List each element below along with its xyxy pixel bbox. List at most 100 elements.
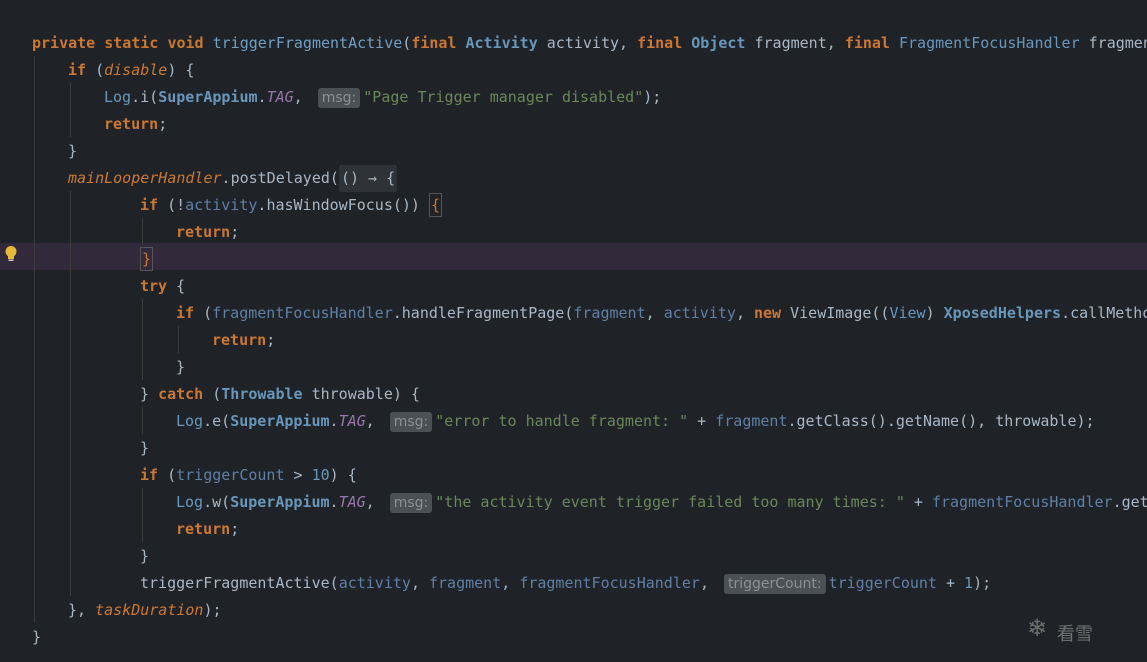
method-call: handleFragmentPage [401,304,565,322]
keyword: return [212,331,267,349]
code-line[interactable]: }, taskDuration); [68,597,1147,624]
keyword: if [68,61,87,79]
keyword: new [754,304,782,322]
code-line[interactable]: return; [212,327,1147,354]
code-editor[interactable]: private static void triggerFragmentActiv… [0,0,1147,662]
keyword: final [411,34,457,52]
param-ref: fragment [573,304,646,322]
field-ref: TAG [338,493,366,511]
matched-brace: } [140,247,154,271]
parameter-hint: msg: [389,412,433,432]
class-ref: SuperAppium [230,493,330,511]
class-ref: Log [176,493,204,511]
keyword: return [176,223,231,241]
param-name: activity [546,34,620,52]
indent-guide [142,299,143,380]
string-literal: "Page Trigger manager disabled" [363,88,644,106]
watermark: ❄ 看雪 [1027,612,1147,652]
code-line[interactable]: } [140,543,1147,570]
param-ref: fragmentFocusHandler [519,574,700,592]
code-line[interactable]: } [140,435,1147,462]
class-ref: XposedHelpers [943,304,1062,322]
code-line[interactable]: triggerFragmentActive(activity, fragment… [140,570,1147,597]
code-line[interactable]: if (disable) { [68,57,1147,84]
code-line[interactable]: } [176,354,1147,381]
parameter-hint: msg: [389,493,433,513]
method-name: triggerFragmentActive [212,34,403,52]
keyword: void [167,34,204,52]
code-line[interactable]: private static void triggerFragmentActiv… [32,30,1147,57]
indent-guide [178,326,179,353]
lambda-fold[interactable]: () → { [338,165,398,192]
code-line[interactable]: return; [104,111,1147,138]
keyword: final [637,34,683,52]
code-line[interactable]: Log.w(SuperAppium.TAG, msg: "the activity… [176,489,1147,516]
code-line[interactable]: } catch (Throwable throwable) { [140,381,1147,408]
keyword: catch [158,385,204,403]
field-ref: mainLooperHandler [68,169,222,187]
method-call: postDelayed [230,169,330,187]
code-line[interactable]: Log.e(SuperAppium.TAG, msg: "error to han… [176,408,1147,435]
method-call: e [212,412,222,430]
field-ref: disable [104,61,168,79]
string-literal: "the activity event trigger failed too m… [435,493,905,511]
code-line[interactable]: } [32,624,1147,651]
snowflake-icon: ❄ [1027,614,1048,642]
field-ref: TAG [266,88,294,106]
matched-brace: { [429,193,443,217]
method-call: triggerFragmentActive [140,574,330,592]
indent-guide [70,83,71,137]
param-ref: activity [663,304,736,322]
code-line[interactable]: if (!activity.hasWindowFocus()) { [140,192,1147,219]
field-ref: taskDuration [95,601,204,619]
keyword: private [32,34,96,52]
lightbulb-icon[interactable] [4,245,18,263]
method-call: getClass [796,412,869,430]
keyword: return [176,520,231,538]
code-line[interactable]: } [140,246,1147,273]
class-ref: Log [176,412,204,430]
code-line[interactable]: try { [140,273,1147,300]
method-call: callMetho [1070,304,1147,322]
param-name: fragment [754,34,827,52]
code-line[interactable]: if (fragmentFocusHandler.handleFragmentP… [176,300,1147,327]
keyword: try [140,277,168,295]
watermark-label: 看雪 [1057,624,1093,645]
parameter-hint: msg: [317,88,361,108]
keyword: if [176,304,195,322]
type-name: Throwable [221,385,303,403]
class-ref: ViewImage [790,304,872,322]
type-name: Object [691,34,746,52]
code-line[interactable]: return; [176,219,1147,246]
code-line[interactable]: return; [176,516,1147,543]
param-ref: fragment [715,412,788,430]
param-ref: activity [185,196,258,214]
code-line[interactable]: if (triggerCount > 10) { [140,462,1147,489]
param-ref: fragment [429,574,502,592]
string-literal: "error to handle fragment: " [435,412,689,430]
param-ref: fragmentFocusHandler [931,493,1113,511]
code-line[interactable]: } [68,138,1147,165]
code-line[interactable]: Log.i(SuperAppium.TAG, msg: "Page Trigger… [104,84,1147,111]
method-call: i [140,88,150,106]
class-ref: SuperAppium [158,88,258,106]
type-name: Activity [465,34,538,52]
param-name: fragmen [1088,34,1147,52]
code-line[interactable]: mainLooperHandler.postDelayed(() → { [68,165,1147,192]
keyword: final [844,34,890,52]
parameter-hint: triggerCount: [724,574,826,594]
keyword: if [140,466,159,484]
type-name: FragmentFocusHandler [899,34,1080,52]
param-ref: activity [338,574,411,592]
indent-guide [142,218,143,245]
class-ref: SuperAppium [230,412,330,430]
indent-guide [70,191,71,596]
keyword: return [104,115,159,133]
param-ref: triggerCount [828,574,937,592]
indent-guide [142,407,143,434]
method-call: hasWindowFocus [266,196,393,214]
type-name: View [889,304,926,322]
indent-guide [34,56,35,623]
indent-guide [142,488,143,542]
class-ref: Log [104,88,132,106]
